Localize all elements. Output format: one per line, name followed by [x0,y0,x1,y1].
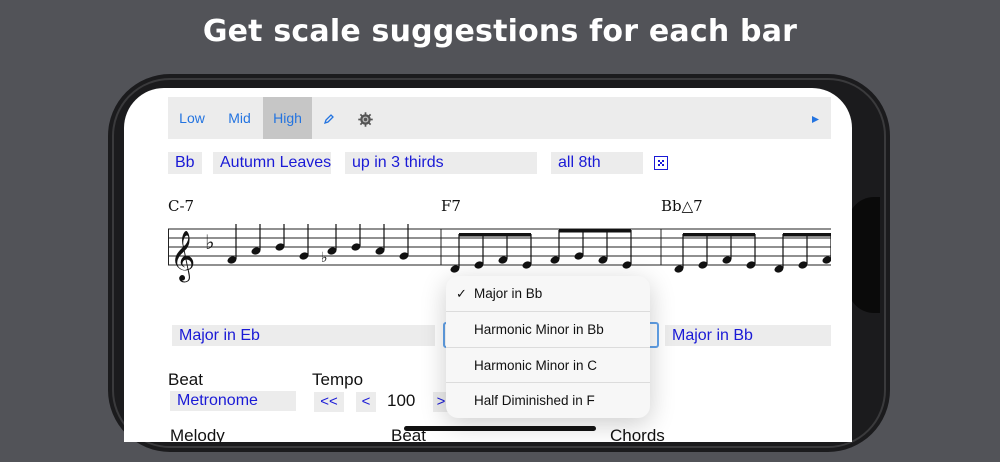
scale-selector-bar-3[interactable]: Major in Bb [665,325,831,346]
scale-option-3[interactable]: Harmonic Minor in C [446,347,650,382]
chords-label: Chords [610,426,665,442]
scale-option-label: Harmonic Minor in Bb [474,322,604,337]
flat-sign-icon: ♭ [205,230,214,254]
tune-selector[interactable]: Autumn Leaves [213,152,331,174]
beat-selector[interactable]: Metronome [170,391,296,411]
scale-dropdown-menu: ✓ Major in Bb Harmonic Minor in Bb Harmo… [446,276,650,418]
note-head [822,256,831,264]
treble-clef-icon: 𝄞 [170,231,195,283]
scale-option-label: Half Diminished in F [474,393,595,408]
pencil-icon[interactable] [318,97,340,139]
note-beam [459,233,531,237]
beat-label: Beat [168,370,203,389]
scale-option-label: Harmonic Minor in C [474,358,598,373]
home-indicator [404,426,596,431]
headline: Get scale suggestions for each bar [202,14,798,49]
scale-option-1[interactable]: ✓ Major in Bb [446,276,650,311]
range-low-button[interactable]: Low [168,97,216,139]
toolbar: Low Mid High [168,97,831,139]
gear-icon[interactable] [354,97,376,139]
chord-symbol-1: C-7 [168,197,195,215]
tempo-decrease-fast-button[interactable]: << [314,392,344,412]
tempo-value: 100 [387,391,416,410]
chord-symbol-2: F7 [441,197,461,215]
rhythm-selector[interactable]: all 8th [551,152,643,174]
dice-icon[interactable] [654,156,668,170]
music-staff: 𝄞 ♭ ♭ [168,224,831,283]
note-beam [559,229,631,233]
play-icon[interactable] [804,97,826,139]
key-selector[interactable]: Bb [168,152,202,174]
scale-option-2[interactable]: Harmonic Minor in Bb [446,311,650,346]
range-mid-button[interactable]: Mid [216,97,263,139]
scale-option-label: Major in Bb [474,286,543,301]
scale-selector-bar-1[interactable]: Major in Eb [172,325,435,346]
scale-option-4[interactable]: Half Diminished in F [446,382,650,417]
app-screen: Low Mid High Bb Autumn Leaves up in 3 th… [124,88,852,442]
range-high-button[interactable]: High [263,97,312,139]
tempo-label: Tempo [312,370,364,389]
checkmark-icon: ✓ [456,286,467,301]
note-beam [683,233,755,237]
melody-label: Melody [170,426,225,442]
note-beam [783,233,831,237]
pattern-selector[interactable]: up in 3 thirds [345,152,537,174]
phone-side-button [848,197,880,313]
chord-symbol-3: Bb△7 [661,197,703,215]
flat-accidental-icon: ♭ [321,250,328,266]
tempo-decrease-button[interactable]: < [356,392,376,412]
